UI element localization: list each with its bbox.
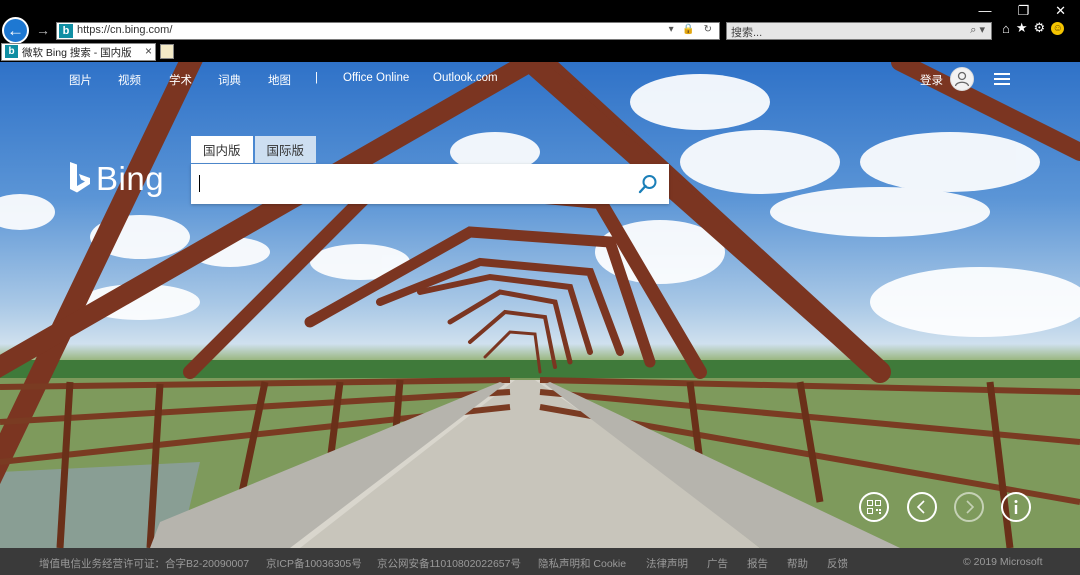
footer-ads[interactable]: 广告: [707, 556, 728, 571]
search-icon[interactable]: ⌕ ▾: [970, 23, 985, 37]
smiley-icon[interactable]: ☺: [1051, 21, 1065, 35]
browser-search-box[interactable]: 搜索... ⌕ ▾: [726, 22, 992, 40]
new-tab-button[interactable]: [160, 44, 174, 59]
footer-help[interactable]: 帮助: [787, 556, 808, 571]
user-icon: [954, 71, 970, 87]
close-tab-icon[interactable]: ×: [145, 44, 152, 58]
hamburger-menu-icon[interactable]: [994, 73, 1010, 85]
browser-tab[interactable]: b 微软 Bing 搜索 - 国内版 ×: [1, 43, 156, 61]
nav-maps[interactable]: 地图: [268, 72, 291, 88]
back-button[interactable]: ←: [2, 17, 29, 44]
tab-domestic[interactable]: 国内版: [191, 136, 253, 163]
forward-arrow-icon: →: [36, 22, 50, 38]
nav-videos[interactable]: 视频: [118, 72, 141, 88]
footer-police-record[interactable]: 京公网安备11010802022657号: [377, 556, 521, 571]
sign-in-link[interactable]: 登录: [920, 72, 943, 88]
footer-icp[interactable]: 京ICP备10036305号: [266, 556, 362, 571]
image-info-button[interactable]: [1001, 492, 1031, 522]
back-arrow-icon: ←: [7, 20, 24, 40]
footer-license[interactable]: 增值电信业务经营许可证：合字B2-20090007: [39, 556, 249, 571]
info-icon: [1014, 500, 1018, 514]
window-controls: — ❐ ✕: [978, 3, 1066, 19]
nav-separator: |: [315, 72, 318, 84]
text-caret: [199, 175, 200, 192]
background-image: [0, 62, 1080, 548]
footer-copyright: © 2019 Microsoft: [963, 556, 1043, 568]
address-controls[interactable]: ▾ 🔒 ↻: [669, 24, 715, 35]
avatar[interactable]: [950, 67, 974, 91]
next-image-icon: [966, 500, 975, 514]
page-footer: 增值电信业务经营许可证：合字B2-20090007 京ICP备10036305号…: [0, 548, 1080, 575]
footer-report[interactable]: 报告: [747, 556, 768, 571]
address-url[interactable]: https://cn.bing.com/: [77, 24, 172, 36]
search-scope-tabs: 国内版 国际版: [191, 136, 317, 163]
next-image-button[interactable]: [954, 492, 984, 522]
tab-title: 微软 Bing 搜索 - 国内版: [22, 47, 132, 59]
search-icon[interactable]: [637, 173, 659, 195]
browser-search-placeholder: 搜索...: [731, 27, 763, 39]
tab-international[interactable]: 国际版: [254, 136, 317, 163]
minimize-button[interactable]: —: [978, 3, 991, 19]
bing-homepage: 图片 视频 学术 词典 地图 | Office Online Outlook.c…: [0, 62, 1080, 548]
home-icon[interactable]: ⌂: [1002, 21, 1010, 36]
nav-outlook[interactable]: Outlook.com: [433, 72, 498, 84]
search-input[interactable]: [191, 164, 669, 204]
nav-dictionary[interactable]: 词典: [218, 72, 241, 88]
qr-code-button[interactable]: [859, 492, 889, 522]
restore-button[interactable]: ❐: [1017, 3, 1029, 19]
nav-academic[interactable]: 学术: [169, 72, 192, 88]
top-navigation: 图片 视频 学术 词典 地图 | Office Online Outlook.c…: [0, 72, 1080, 92]
bing-logo[interactable]: Bing: [68, 160, 164, 198]
bing-favicon-icon: b: [5, 45, 18, 58]
qr-code-icon: [867, 500, 881, 514]
nav-images[interactable]: 图片: [69, 72, 92, 88]
browser-tools: ⌂ ★ ⚙ ☺: [1002, 20, 1065, 36]
address-bar[interactable]: b https://cn.bing.com/ ▾ 🔒 ↻: [56, 22, 720, 40]
star-icon[interactable]: ★: [1016, 20, 1028, 36]
footer-feedback[interactable]: 反馈: [827, 556, 848, 571]
nav-office-online[interactable]: Office Online: [343, 72, 409, 84]
bing-wordmark: Bing: [96, 160, 165, 197]
gear-icon[interactable]: ⚙: [1034, 20, 1046, 36]
forward-button[interactable]: →: [36, 22, 50, 38]
previous-image-button[interactable]: [907, 492, 937, 522]
bing-b-icon: [70, 162, 90, 193]
close-window-button[interactable]: ✕: [1055, 3, 1066, 19]
previous-image-icon: [916, 500, 925, 514]
browser-chrome: — ❐ ✕ ← → b https://cn.bing.com/ ▾ 🔒 ↻ 搜…: [0, 0, 1080, 62]
footer-legal[interactable]: 法律声明: [646, 556, 688, 571]
bing-favicon-icon: b: [59, 24, 73, 38]
footer-privacy[interactable]: 隐私声明和 Cookie: [538, 556, 626, 571]
